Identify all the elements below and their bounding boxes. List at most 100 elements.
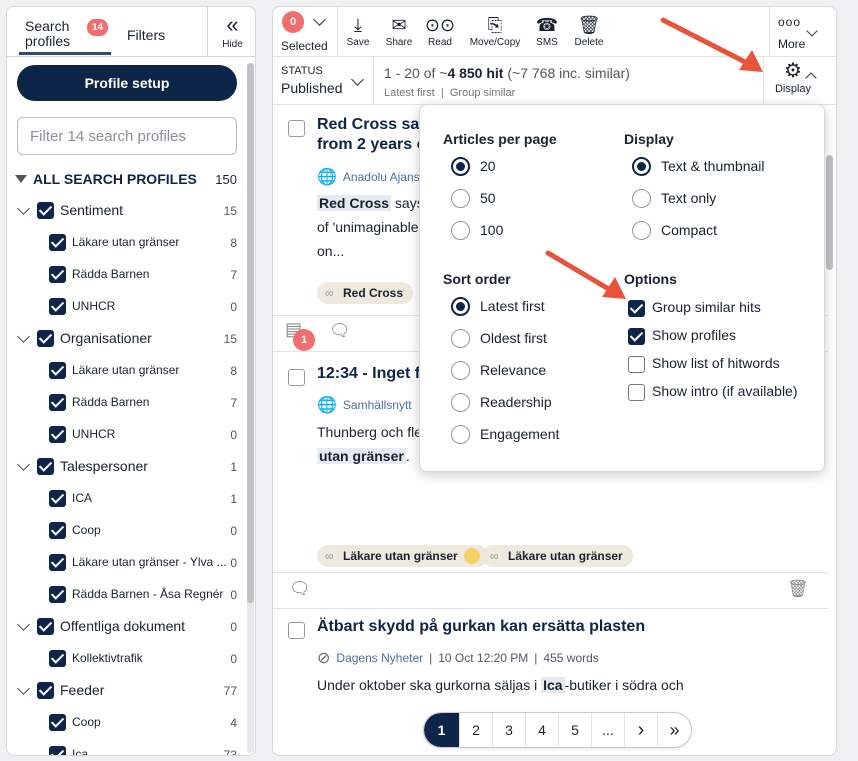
article-title[interactable]: Ätbart skydd på gurkan kan ersätta plast… xyxy=(317,618,645,636)
option-label[interactable]: Show profiles xyxy=(652,327,736,343)
profile-checkbox[interactable] xyxy=(49,490,66,507)
sort-order-option[interactable]: Engagement xyxy=(480,426,559,442)
profile-setup-button[interactable]: Profile setup xyxy=(17,65,237,101)
display-mode-radio[interactable] xyxy=(632,221,651,240)
articles-per-page-option[interactable]: 20 xyxy=(480,158,496,174)
profile-row[interactable]: Coop 4 xyxy=(7,709,243,737)
comment-icon[interactable]: 🗨 xyxy=(329,321,351,341)
option-label[interactable]: Show intro (if available) xyxy=(652,383,798,399)
profile-row[interactable]: Rädda Barnen - Åsa Regnér 0 xyxy=(7,581,243,609)
profile-checkbox[interactable] xyxy=(49,394,66,411)
profile-group-checkbox[interactable] xyxy=(37,618,54,635)
option-checkbox[interactable] xyxy=(628,328,645,345)
sms-button[interactable]: ☎ SMS xyxy=(531,13,563,48)
articles-per-page-option[interactable]: 50 xyxy=(480,190,496,206)
profile-row[interactable]: UNHCR 0 xyxy=(7,293,243,321)
display-mode-radio[interactable] xyxy=(632,189,651,208)
page-button[interactable]: 4 xyxy=(526,713,559,747)
chevron-down-icon[interactable] xyxy=(17,458,30,471)
option-checkbox[interactable] xyxy=(628,384,645,401)
article-title[interactable]: 12:34 - Inget f xyxy=(317,365,420,383)
article-checkbox[interactable] xyxy=(288,120,305,137)
profile-row[interactable]: Rädda Barnen 7 xyxy=(7,261,243,289)
profile-row[interactable]: Kollektivtrafik 0 xyxy=(7,645,243,673)
tab-filters[interactable]: Filters xyxy=(127,27,165,43)
profile-tag[interactable]: Red Cross xyxy=(317,282,414,304)
sort-order-option[interactable]: Oldest first xyxy=(480,330,547,346)
profile-row[interactable]: Ica 73 xyxy=(7,741,243,755)
display-mode-option[interactable]: Text only xyxy=(661,190,716,206)
profile-group-checkbox[interactable] xyxy=(37,202,54,219)
read-button[interactable]: ⊙⊙ Read xyxy=(423,13,457,48)
display-button[interactable]: ⚙ Display xyxy=(763,59,823,95)
article-source[interactable]: Samhällsnytt xyxy=(343,398,412,412)
tab-search-profiles[interactable]: Search profiles 14 xyxy=(25,19,115,49)
display-mode-option[interactable]: Compact xyxy=(661,222,717,238)
save-button[interactable]: ⤓ Save xyxy=(343,13,373,48)
article-checkbox[interactable] xyxy=(288,369,305,386)
profile-checkbox[interactable] xyxy=(49,586,66,603)
profile-group-row[interactable]: Talespersoner 1 xyxy=(7,453,243,481)
profile-checkbox[interactable] xyxy=(49,426,66,443)
article-title-line2[interactable]: from 2 years o xyxy=(317,136,426,154)
sort-order-radio[interactable] xyxy=(451,361,470,380)
chevron-down-icon[interactable] xyxy=(17,202,30,215)
sort-order-radio[interactable] xyxy=(451,329,470,348)
last-page-icon[interactable]: » xyxy=(658,713,691,747)
profile-checkbox[interactable] xyxy=(49,714,66,731)
results-scrollbar[interactable] xyxy=(826,107,833,747)
display-mode-option[interactable]: Text & thumbnail xyxy=(661,158,765,174)
article-checkbox[interactable] xyxy=(288,622,305,639)
profile-checkbox[interactable] xyxy=(49,298,66,315)
article-title[interactable]: Red Cross say xyxy=(317,116,428,134)
chevron-down-icon[interactable] xyxy=(17,618,30,631)
page-button[interactable]: ... xyxy=(592,713,625,747)
hide-sidebar-button[interactable]: « Hide xyxy=(207,7,255,57)
next-page-icon[interactable]: › xyxy=(625,713,658,747)
page-button[interactable]: 1 xyxy=(424,713,460,747)
profile-tag[interactable]: Läkare utan gränser xyxy=(317,545,488,567)
profile-row[interactable]: Läkare utan gränser - Ylva ... 0 xyxy=(7,549,243,577)
delete-button[interactable]: 🗑 Delete xyxy=(571,13,607,48)
trash-icon[interactable]: 🗑 xyxy=(787,579,809,599)
profile-checkbox[interactable] xyxy=(49,234,66,251)
articles-per-page-radio[interactable] xyxy=(451,157,470,176)
profile-group-row[interactable]: Organisationer 15 xyxy=(7,325,243,353)
article-source[interactable]: Anadolu Ajans xyxy=(343,170,420,184)
option-label[interactable]: Group similar hits xyxy=(652,299,761,315)
profile-checkbox[interactable] xyxy=(49,362,66,379)
profile-group-checkbox[interactable] xyxy=(37,682,54,699)
sort-order-option[interactable]: Readership xyxy=(480,394,552,410)
profile-row[interactable]: UNHCR 0 xyxy=(7,421,243,449)
profile-row[interactable]: Läkare utan gränser 8 xyxy=(7,229,243,257)
articles-per-page-radio[interactable] xyxy=(451,221,470,240)
profile-row[interactable]: Coop 0 xyxy=(7,517,243,545)
profile-checkbox[interactable] xyxy=(49,650,66,667)
profile-row[interactable]: Läkare utan gränser 8 xyxy=(7,357,243,385)
option-checkbox[interactable] xyxy=(628,356,645,373)
page-button[interactable]: 2 xyxy=(460,713,493,747)
chevron-down-icon[interactable] xyxy=(17,682,30,695)
profile-group-row[interactable]: Sentiment 15 xyxy=(7,197,243,225)
profile-row[interactable]: ICA 1 xyxy=(7,485,243,513)
profile-row[interactable]: Rädda Barnen 7 xyxy=(7,389,243,417)
sidebar-scroll-thumb[interactable] xyxy=(247,63,254,603)
profile-checkbox[interactable] xyxy=(49,554,66,571)
results-scroll-thumb[interactable] xyxy=(826,155,833,270)
sort-order-radio[interactable] xyxy=(451,393,470,412)
share-button[interactable]: ✉ Share xyxy=(381,13,417,48)
profile-group-checkbox[interactable] xyxy=(37,330,54,347)
filter-profiles-input[interactable] xyxy=(17,117,237,155)
article-source[interactable]: Dagens Nyheter xyxy=(336,651,423,665)
page-button[interactable]: 3 xyxy=(493,713,526,747)
sort-order-option[interactable]: Relevance xyxy=(480,362,546,378)
comment-icon[interactable]: 🗨 xyxy=(289,579,311,599)
all-search-profiles-row[interactable]: ALL SEARCH PROFILES 150 xyxy=(7,165,243,193)
profile-group-row[interactable]: Feeder 77 xyxy=(7,677,243,705)
profile-group-row[interactable]: Offentliga dokument 0 xyxy=(7,613,243,641)
sort-order-radio[interactable] xyxy=(451,297,470,316)
option-label[interactable]: Show list of hitwords xyxy=(652,355,780,371)
profile-checkbox[interactable] xyxy=(49,522,66,539)
sidebar-scrollbar[interactable] xyxy=(247,63,254,753)
page-button[interactable]: 5 xyxy=(559,713,592,747)
